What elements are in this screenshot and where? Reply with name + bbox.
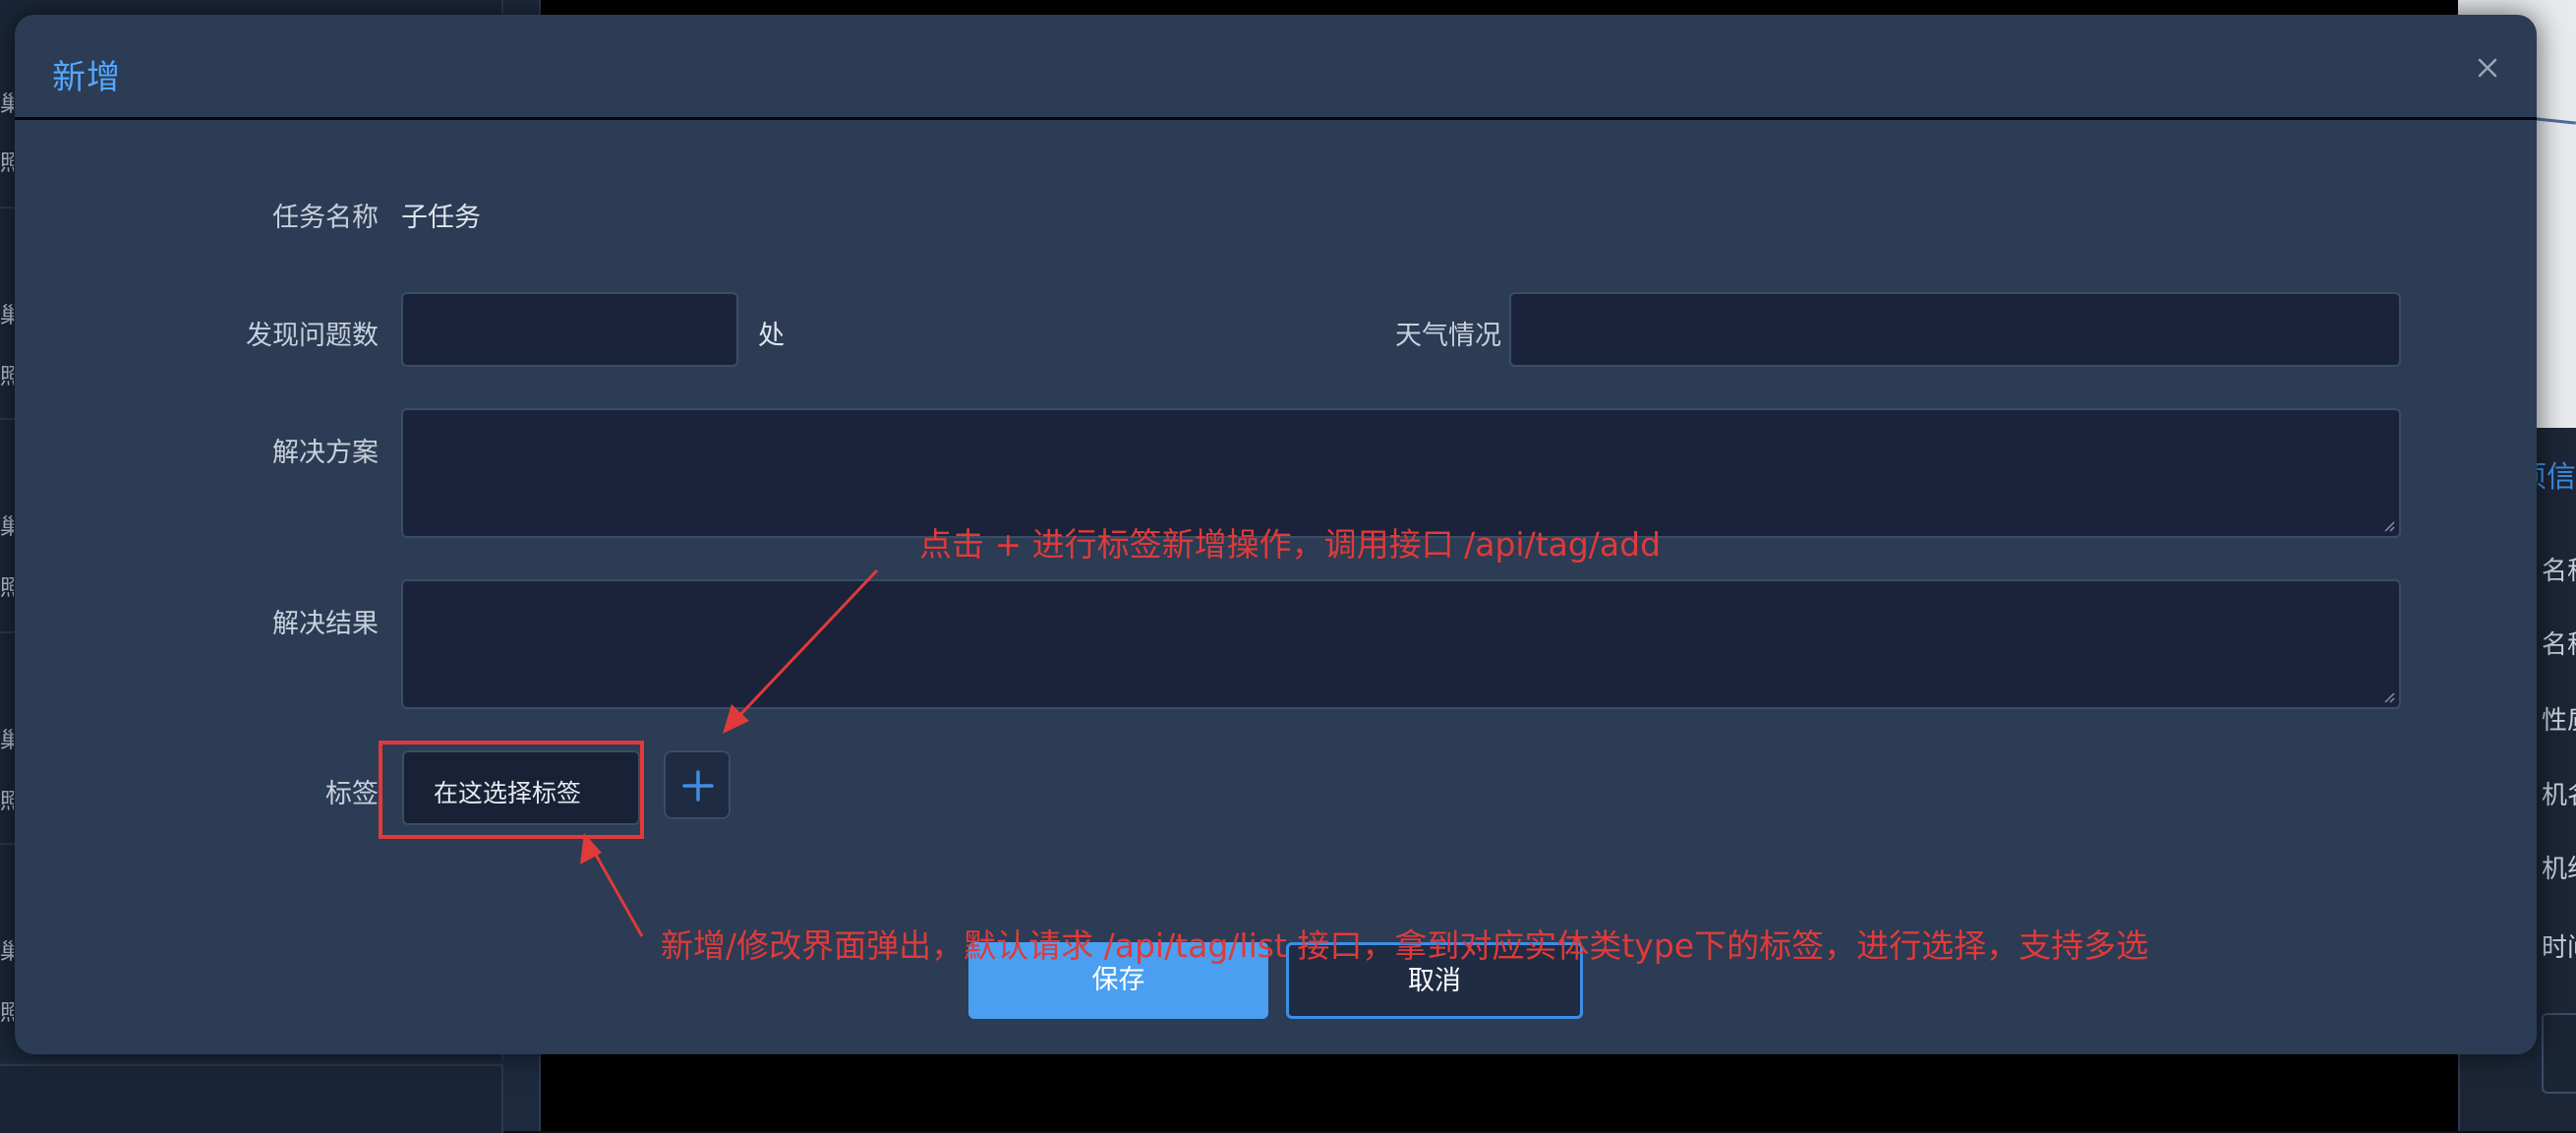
background-left-row: 巢 — [0, 729, 14, 753]
list-tag-annotation: 新增/修改界面弹出，默认请求 /api/tag/list 接口，拿到对应实体类t… — [661, 926, 2149, 965]
dialog-header: 新增 — [15, 15, 2537, 120]
weather-input[interactable] — [1509, 292, 2401, 367]
add-tag-button[interactable] — [664, 750, 731, 819]
result-textarea[interactable] — [401, 579, 2401, 709]
background-right-item: 名称 — [2542, 630, 2576, 660]
background-left-row: 照 — [0, 1001, 14, 1026]
background-right-item: 机名 — [2542, 781, 2576, 810]
weather-label: 天气情况 — [1395, 321, 1501, 351]
background-left-bottom-panel — [0, 1064, 503, 1133]
issue-count-label: 发现问题数 — [246, 321, 379, 351]
tag-label: 标签 — [325, 779, 379, 809]
background-left-row: 巢 — [0, 515, 14, 540]
background-right-item: 性质 — [2542, 706, 2576, 736]
background-left-row: 照 — [0, 576, 14, 601]
close-icon[interactable] — [2468, 48, 2507, 88]
background-left-row: 照 — [0, 365, 14, 389]
tag-highlight-box — [379, 741, 644, 839]
solution-label: 解决方案 — [272, 438, 379, 468]
background-right-box — [2542, 1013, 2576, 1094]
add-tag-annotation: 点击 + 进行标签新增操作，调用接口 /api/tag/add — [919, 525, 1662, 564]
background-right-item: 时间 — [2542, 933, 2576, 963]
issue-count-input[interactable] — [401, 292, 738, 367]
background-right-item: 名称 — [2542, 557, 2576, 586]
resize-grip-icon[interactable] — [2381, 689, 2395, 703]
issue-count-unit: 处 — [758, 321, 785, 351]
background-left-row: 照 — [0, 151, 14, 176]
background-left-row: 巢 — [0, 92, 14, 117]
task-name-label: 任务名称 — [272, 203, 379, 233]
result-label: 解决结果 — [272, 609, 379, 639]
resize-grip-icon[interactable] — [2381, 518, 2395, 532]
task-name-value: 子任务 — [401, 203, 481, 233]
background-left-row: 巢 — [0, 304, 14, 328]
plus-icon — [682, 770, 714, 802]
background-right-item: 机组 — [2542, 855, 2576, 884]
background-left-row: 巢 — [0, 940, 14, 965]
dialog-title: 新增 — [52, 58, 121, 97]
background-left-row: 照 — [0, 790, 14, 814]
